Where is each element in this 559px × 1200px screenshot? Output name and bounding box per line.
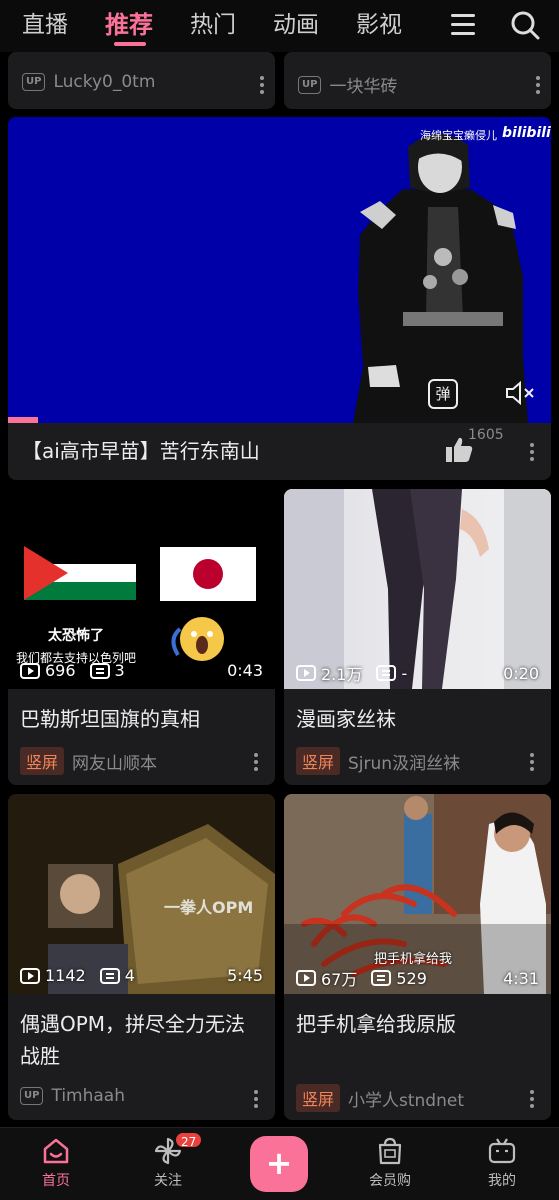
thumbnail-art bbox=[284, 489, 551, 689]
uploader-name[interactable]: 小学人stndnet bbox=[348, 1086, 464, 1111]
danmaku-count-icon bbox=[99, 967, 120, 984]
more-icon[interactable] bbox=[530, 443, 536, 464]
bilibili-logo: bilibili bbox=[502, 125, 551, 141]
partial-card-left[interactable]: UP Lucky0_0tm bbox=[8, 52, 275, 109]
video-duration: 4:31 bbox=[503, 968, 539, 988]
more-icon[interactable] bbox=[530, 1090, 536, 1111]
menu-icon[interactable] bbox=[451, 14, 475, 36]
danmaku-count: 529 bbox=[396, 968, 427, 988]
video-duration: 0:43 bbox=[227, 661, 263, 680]
view-count: 696 bbox=[45, 661, 76, 680]
video-card[interactable]: 2.1万 - 0:20 漫画家丝袜 竖屏 Sjrun汲润丝袜 bbox=[284, 489, 551, 785]
video-thumbnail[interactable]: 2.1万 - 0:20 bbox=[284, 489, 551, 689]
home-icon bbox=[43, 1138, 69, 1164]
danmaku-count-icon bbox=[371, 970, 392, 986]
partial-card-right[interactable]: UP 一块华砖 bbox=[284, 52, 551, 109]
tv-icon bbox=[488, 1138, 516, 1164]
video-thumbnail[interactable]: 一拳人OPM 1142 4 5:45 bbox=[8, 794, 275, 994]
thumbnail-caption: 一拳人OPM bbox=[164, 898, 254, 917]
bottom-tab-home-label: 首页 bbox=[42, 1173, 70, 1189]
vertical-video-badge: 竖屏 bbox=[296, 1084, 341, 1112]
danmaku-toggle-label: 弹 bbox=[435, 385, 451, 403]
video-title[interactable]: 把手机拿给我原版 bbox=[296, 1008, 539, 1040]
video-progress-bar[interactable] bbox=[8, 419, 36, 423]
bottom-tab-shop-label: 会员购 bbox=[369, 1173, 411, 1189]
video-duration: 0:20 bbox=[503, 663, 539, 683]
video-card[interactable]: 一拳人OPM 1142 4 5:45 偶遇OPM，拼尽全力无法战胜 UP Tim… bbox=[8, 794, 275, 1120]
uploader-name[interactable]: 网友山顺本 bbox=[72, 749, 157, 774]
more-icon[interactable] bbox=[254, 1090, 260, 1111]
play-count-icon bbox=[20, 967, 40, 984]
uploader-name[interactable]: Sjrun汲润丝袜 bbox=[348, 749, 460, 774]
video-duration: 5:45 bbox=[227, 966, 263, 985]
up-badge: UP bbox=[20, 1087, 44, 1105]
play-count-icon bbox=[20, 662, 40, 679]
vertical-video-badge: 竖屏 bbox=[20, 747, 65, 775]
top-navigation: 直播 推荐 热门 动画 影视 bbox=[0, 0, 559, 52]
tab-active-indicator bbox=[114, 42, 146, 46]
vertical-video-badge: 竖屏 bbox=[296, 747, 341, 775]
up-badge: UP bbox=[22, 73, 46, 91]
like-count: 1605 bbox=[468, 427, 504, 443]
tab-hot[interactable]: 热门 bbox=[190, 8, 236, 42]
more-icon[interactable] bbox=[536, 76, 542, 97]
danmaku-count-icon bbox=[376, 665, 397, 681]
video-title[interactable]: 巴勒斯坦国旗的真相 bbox=[20, 703, 263, 735]
view-count: 1142 bbox=[45, 966, 86, 985]
danmaku-count-icon bbox=[89, 662, 110, 679]
video-card[interactable]: 太恐怖了 我们都去支持以色列吧 696 3 0:43 巴勒斯坦国旗的真相 竖屏 … bbox=[8, 489, 275, 785]
view-count: 67万 bbox=[321, 970, 358, 989]
bottom-tab-shop[interactable]: 会员购 bbox=[350, 1136, 430, 1190]
featured-video-title[interactable]: 【ai高市早苗】苦行东南山 bbox=[22, 435, 422, 467]
danmaku-count: - bbox=[401, 663, 408, 683]
tab-movies[interactable]: 影视 bbox=[356, 8, 402, 42]
bottom-tab-bar: 首页 关注 27 + 会员购 我的 bbox=[0, 1127, 559, 1200]
bottom-tab-follow-label: 关注 bbox=[154, 1173, 182, 1189]
create-post-label: + bbox=[265, 1144, 293, 1182]
danmaku-count: 4 bbox=[124, 966, 135, 985]
thumbnail-caption: 把手机拿给我 bbox=[374, 952, 453, 967]
video-thumbnail[interactable]: 太恐怖了 我们都去支持以色列吧 696 3 0:43 bbox=[8, 489, 275, 689]
play-count-icon bbox=[296, 970, 316, 986]
video-title[interactable]: 偶遇OPM，拼尽全力无法战胜 bbox=[20, 1008, 263, 1072]
featured-video-card[interactable]: 海绵宝宝癞侵儿 bilibili 弹 【ai高市早苗】苦行东南山 1605 bbox=[8, 117, 551, 480]
tab-recommend[interactable]: 推荐 bbox=[105, 8, 153, 42]
uploader-name[interactable]: Lucky0_0tm bbox=[53, 72, 155, 92]
more-icon[interactable] bbox=[530, 753, 536, 774]
play-count-icon bbox=[296, 665, 316, 681]
more-icon[interactable] bbox=[260, 76, 266, 97]
view-count: 2.1万 bbox=[321, 665, 363, 684]
tab-live[interactable]: 直播 bbox=[22, 8, 68, 42]
uploader-watermark: 海绵宝宝癞侵儿 bbox=[420, 129, 497, 142]
video-title[interactable]: 漫画家丝袜 bbox=[296, 703, 539, 735]
video-card[interactable]: 把手机拿给我 67万 529 4:31 把手机拿给我原版 竖屏 小学人stndn… bbox=[284, 794, 551, 1120]
shopping-bag-icon bbox=[378, 1137, 402, 1165]
mute-icon[interactable] bbox=[504, 379, 536, 407]
bottom-tab-mine[interactable]: 我的 bbox=[462, 1136, 542, 1190]
danmaku-count: 3 bbox=[114, 661, 125, 680]
uploader-name[interactable]: 一块华砖 bbox=[329, 72, 397, 97]
uploader-name[interactable]: Timhaah bbox=[51, 1086, 125, 1106]
bottom-tab-mine-label: 我的 bbox=[488, 1173, 516, 1189]
search-icon[interactable] bbox=[510, 10, 540, 40]
tab-anime[interactable]: 动画 bbox=[273, 8, 319, 42]
create-post-button[interactable]: + bbox=[250, 1136, 308, 1192]
danmaku-toggle-button[interactable]: 弹 bbox=[428, 379, 458, 409]
thumbnail-caption: 太恐怖了 bbox=[48, 628, 104, 644]
up-badge: UP bbox=[298, 75, 322, 94]
featured-video-player[interactable]: 海绵宝宝癞侵儿 bilibili 弹 bbox=[8, 117, 551, 423]
featured-video-figure bbox=[8, 133, 528, 423]
more-icon[interactable] bbox=[254, 753, 260, 774]
bottom-tab-home[interactable]: 首页 bbox=[16, 1136, 96, 1190]
video-thumbnail[interactable]: 把手机拿给我 67万 529 4:31 bbox=[284, 794, 551, 994]
follow-notification-badge: 27 bbox=[174, 1131, 204, 1149]
